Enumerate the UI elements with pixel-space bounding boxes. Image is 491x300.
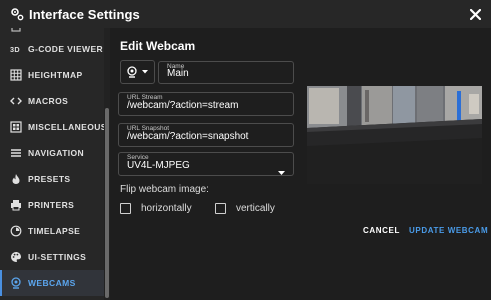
sidebar-item-label: NAVIGATION bbox=[28, 148, 85, 158]
miscellaneous-icon bbox=[10, 121, 22, 133]
webcam-icon bbox=[10, 277, 22, 289]
sidebar-item-label: TIMELAPSE bbox=[28, 226, 81, 236]
cancel-button[interactable]: CANCEL bbox=[363, 226, 400, 235]
3d-icon: 3D bbox=[10, 43, 22, 55]
settings-icon bbox=[10, 7, 24, 21]
url-snapshot-field[interactable]: URL Snapshot /webcam/?action=snapshot bbox=[118, 123, 294, 147]
flip-horizontal-label: horizontally bbox=[141, 203, 192, 214]
flip-vertical-label: vertically bbox=[236, 203, 275, 214]
sidebar-item-label: PRINTERS bbox=[28, 200, 75, 210]
close-icon[interactable] bbox=[469, 8, 481, 20]
checkbox-box[interactable] bbox=[215, 203, 226, 214]
sidebar-item-gcode-viewer[interactable]: 3D G-CODE VIEWER bbox=[0, 36, 104, 62]
sidebar-item-label: WEBCAMS bbox=[28, 278, 76, 288]
menu-icon bbox=[10, 147, 22, 159]
name-field[interactable]: Name Main bbox=[158, 61, 294, 84]
webcam-icon-select[interactable] bbox=[120, 60, 155, 84]
fire-icon bbox=[10, 173, 22, 185]
svg-text:3D: 3D bbox=[10, 45, 20, 54]
page-title: Edit Webcam bbox=[120, 39, 196, 53]
update-webcam-button[interactable]: UPDATE WEBCAM bbox=[409, 226, 488, 235]
sidebar-scrollbar-thumb[interactable] bbox=[105, 108, 109, 298]
printer-icon bbox=[10, 199, 22, 211]
service-select[interactable]: Service UV4L-MJPEG bbox=[118, 152, 294, 176]
webcam-edit-panel: Edit Webcam Name Main URL Stream /webcam… bbox=[110, 28, 491, 300]
dialog-title: Interface Settings bbox=[29, 6, 140, 22]
settings-sidebar: 3D G-CODE VIEWER HEIGHTMAP MACROS MISCEL… bbox=[0, 28, 110, 300]
sidebar-item-navigation[interactable]: NAVIGATION bbox=[0, 140, 104, 166]
sidebar-item-label: G-CODE VIEWER bbox=[28, 44, 104, 54]
url-stream-value: /webcam/?action=stream bbox=[127, 100, 239, 111]
sidebar-item-timelapse[interactable]: TIMELAPSE bbox=[0, 218, 104, 244]
flip-vertical-checkbox[interactable]: vertically bbox=[215, 203, 275, 214]
service-value: UV4L-MJPEG bbox=[127, 160, 190, 171]
url-snapshot-value: /webcam/?action=snapshot bbox=[127, 131, 249, 142]
timelapse-icon bbox=[10, 225, 22, 237]
sidebar-item-label: HEIGHTMAP bbox=[28, 70, 83, 80]
flip-horizontal-checkbox[interactable]: horizontally bbox=[120, 203, 192, 214]
sidebar-item-ui-settings[interactable]: UI-SETTINGS bbox=[0, 244, 104, 270]
sidebar-item-label: UI-SETTINGS bbox=[28, 252, 87, 262]
palette-icon bbox=[10, 251, 22, 263]
sidebar-item-macros[interactable]: MACROS bbox=[0, 88, 104, 114]
partial-icon bbox=[10, 28, 22, 33]
url-stream-field[interactable]: URL Stream /webcam/?action=stream bbox=[118, 92, 294, 116]
grid-icon bbox=[10, 69, 22, 81]
flip-label: Flip webcam image: bbox=[120, 184, 209, 195]
checkbox-box[interactable] bbox=[120, 203, 131, 214]
sidebar-item-heightmap[interactable]: HEIGHTMAP bbox=[0, 62, 104, 88]
settings-dialog: Interface Settings 3D G-CODE VIEWER HEIG… bbox=[0, 0, 491, 300]
sidebar-item-presets[interactable]: PRESETS bbox=[0, 166, 104, 192]
code-icon bbox=[10, 95, 22, 107]
dialog-titlebar: Interface Settings bbox=[0, 0, 491, 28]
sidebar-item-miscellaneous[interactable]: MISCELLANEOUS bbox=[0, 114, 107, 140]
sidebar-item-label: PRESETS bbox=[28, 174, 71, 184]
sidebar-item-label: MISCELLANEOUS bbox=[28, 122, 107, 132]
sidebar-item-printers[interactable]: PRINTERS bbox=[0, 192, 104, 218]
sidebar-item-label: MACROS bbox=[28, 96, 69, 106]
chevron-down-icon bbox=[278, 162, 285, 180]
sidebar-item-webcams[interactable]: WEBCAMS bbox=[0, 270, 104, 296]
name-field-value: Main bbox=[167, 68, 189, 79]
webcam-preview-image bbox=[307, 86, 482, 184]
